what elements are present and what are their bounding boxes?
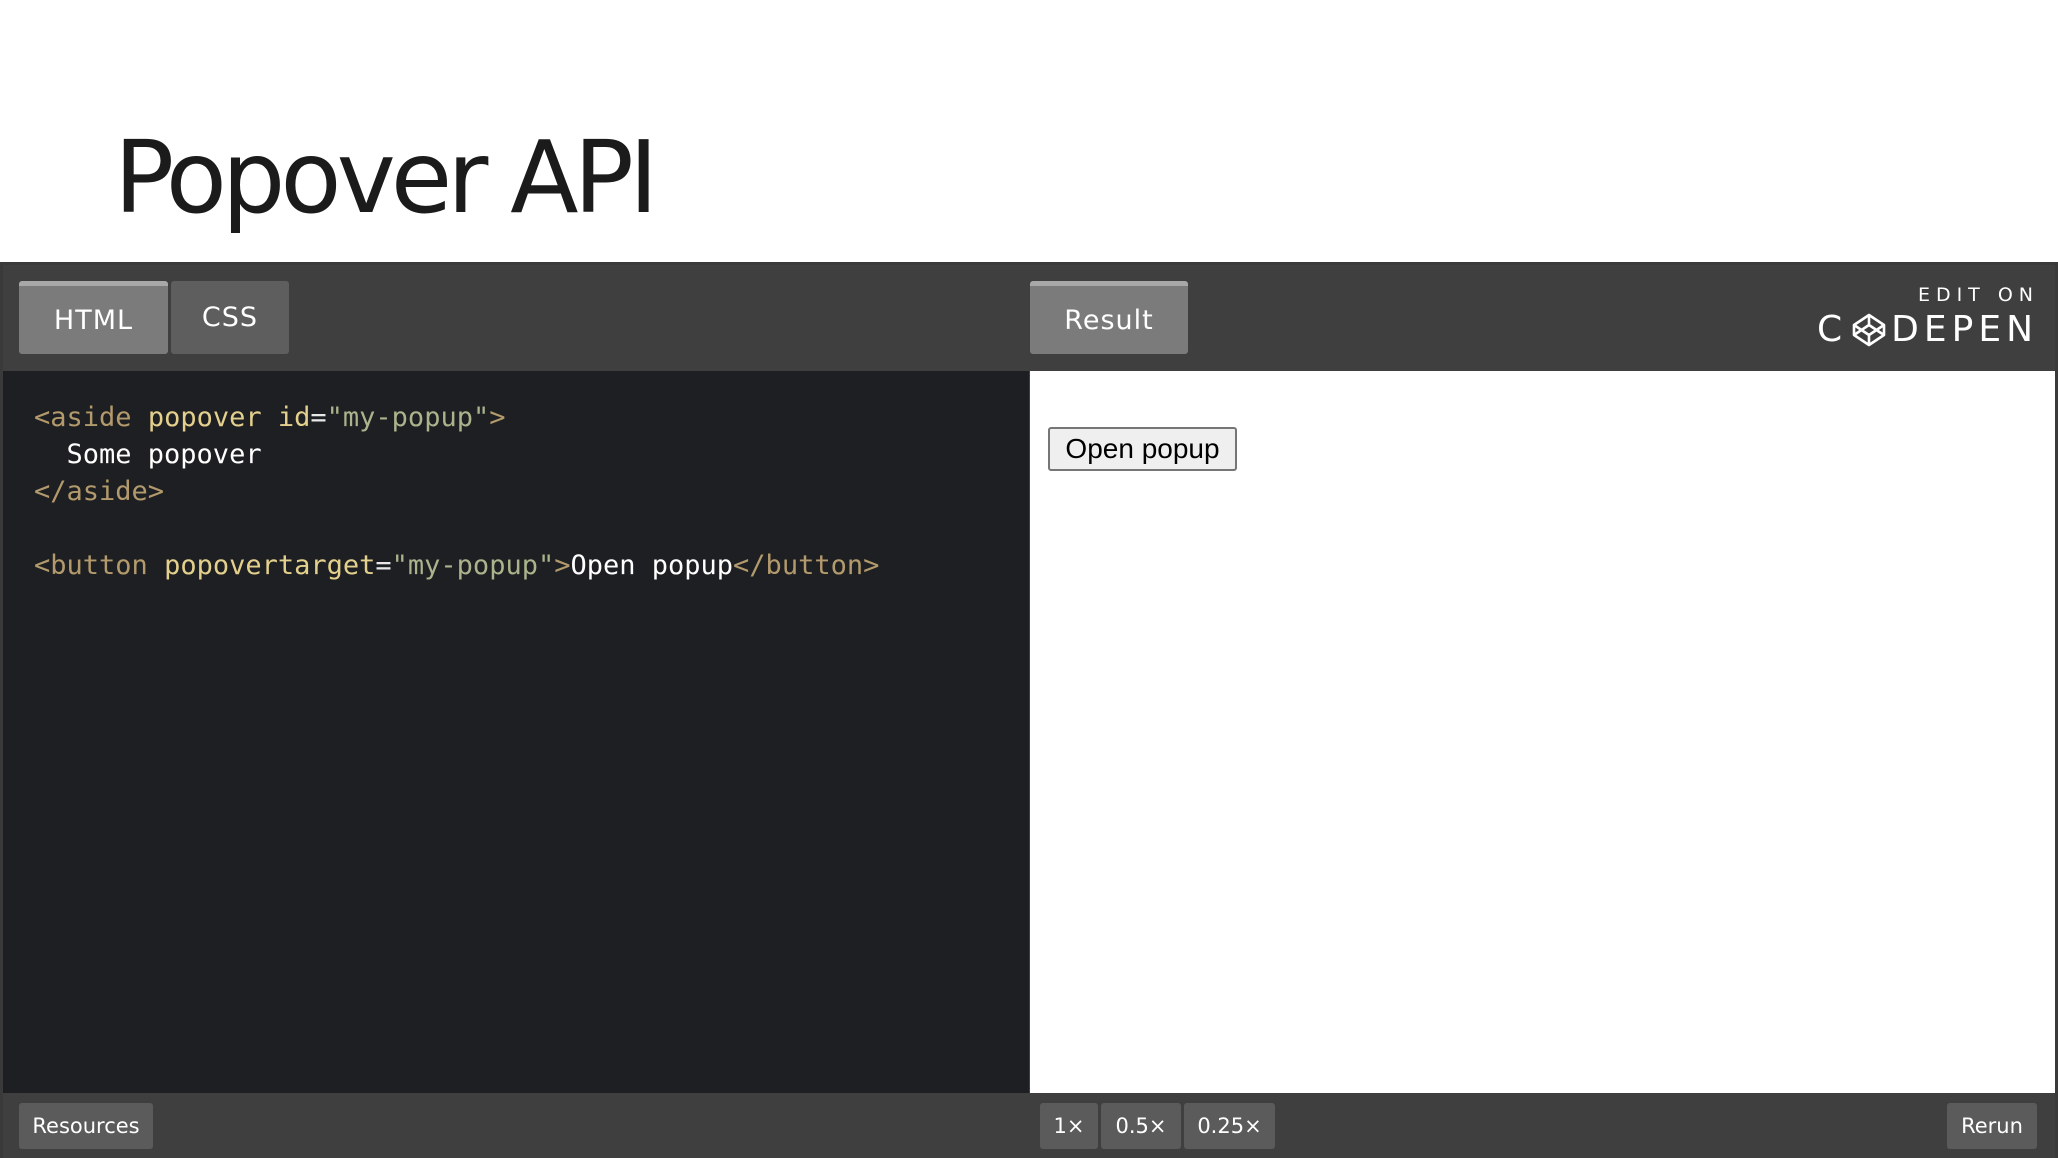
code-token: <button — [34, 550, 148, 581]
code-line-3: </aside> — [34, 473, 1029, 510]
code-token: popover — [147, 402, 262, 433]
embed-top-bar: HTML CSS Result EDIT ON C DEPEN — [3, 265, 2055, 371]
code-token: > — [554, 550, 571, 581]
html-code-editor[interactable]: <aside popover id="my-popup"> Some popov… — [3, 371, 1029, 1093]
code-token: popovertarget — [164, 550, 376, 581]
code-token: = — [375, 550, 392, 581]
code-token: </button> — [733, 550, 880, 581]
code-token: </aside> — [34, 476, 165, 507]
code-line-2: Some popover — [34, 436, 1029, 473]
tab-result[interactable]: Result — [1030, 281, 1188, 354]
edit-on-label: EDIT ON — [1917, 284, 2039, 306]
rerun-button[interactable]: Rerun — [1947, 1103, 2037, 1149]
code-token: > — [489, 402, 506, 433]
code-token: Open popup — [570, 550, 734, 581]
code-line-1: <aside popover id="my-popup"> — [34, 399, 1029, 436]
code-line-5: <button popovertarget="my-popup">Open po… — [34, 547, 1029, 584]
edit-on-codepen-link[interactable]: EDIT ON C DEPEN — [1813, 283, 2033, 355]
code-token: "my-popup" — [391, 550, 555, 581]
code-token: <aside — [34, 402, 132, 433]
result-preview: Open popup — [1030, 371, 2055, 1093]
code-token: id — [277, 402, 311, 433]
tab-html[interactable]: HTML — [19, 281, 168, 354]
slide-title: Popover API — [114, 119, 658, 236]
code-token: Some popover — [34, 439, 262, 470]
zoom-0-5x-button[interactable]: 0.5× — [1101, 1103, 1181, 1149]
open-popup-button[interactable]: Open popup — [1048, 427, 1237, 471]
resources-button[interactable]: Resources — [19, 1103, 153, 1149]
codepen-cube-icon — [1852, 313, 1886, 347]
codepen-logo-right: DEPEN — [1891, 309, 2038, 350]
codepen-embed: HTML CSS Result EDIT ON C DEPEN <aside p… — [0, 262, 2058, 1158]
codepen-logo: C DEPEN — [1813, 307, 2038, 353]
zoom-0-25x-button[interactable]: 0.25× — [1184, 1103, 1275, 1149]
tab-css[interactable]: CSS — [171, 281, 289, 354]
embed-bottom-bar: Resources 1× 0.5× 0.25× Rerun — [3, 1093, 2055, 1158]
zoom-1x-button[interactable]: 1× — [1040, 1103, 1098, 1149]
codepen-logo-left: C — [1817, 309, 1848, 350]
code-token: = — [310, 402, 327, 433]
code-token: "my-popup" — [326, 402, 490, 433]
